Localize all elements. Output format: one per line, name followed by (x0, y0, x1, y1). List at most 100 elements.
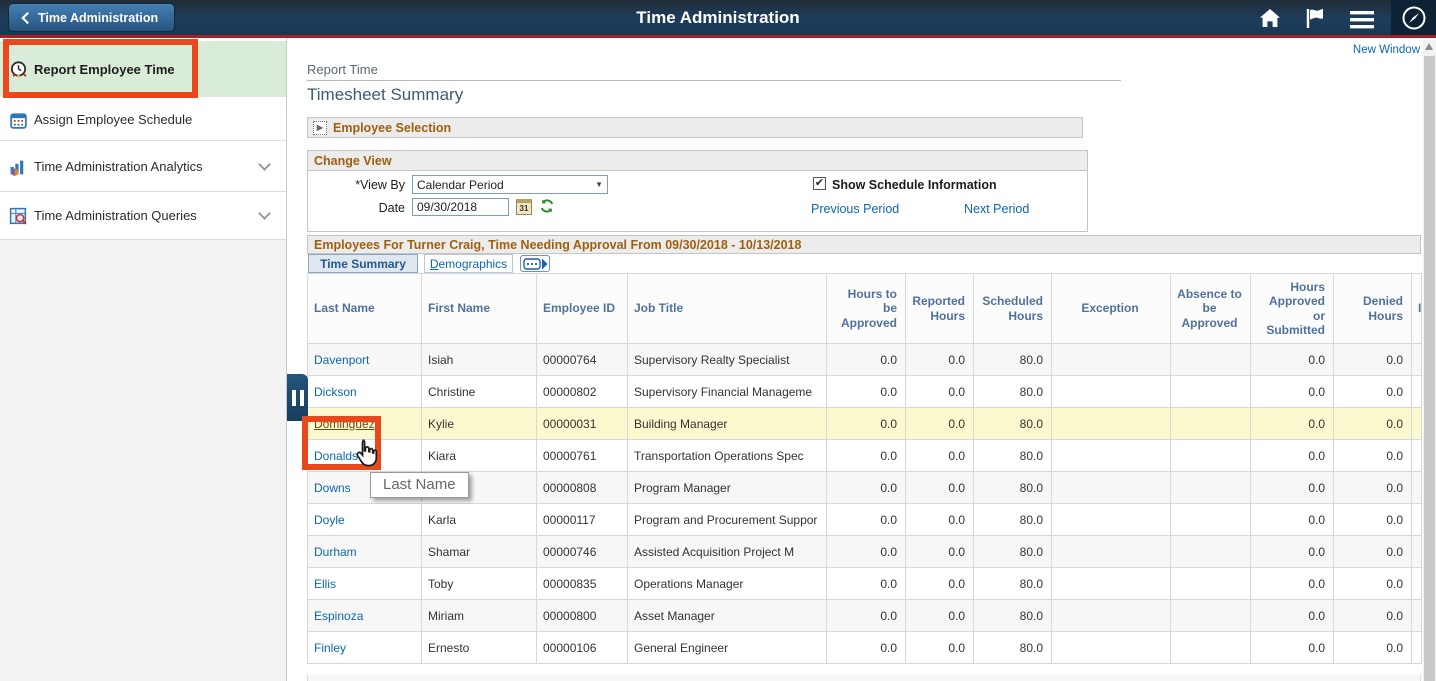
first-name-cell: Ernesto (422, 632, 537, 664)
next-period-link[interactable]: Next Period (964, 202, 1029, 216)
navbar-compass-icon[interactable] (1391, 0, 1436, 35)
view-by-label: *View By (308, 178, 405, 192)
stub-cell (1412, 536, 1422, 568)
stub-cell (1412, 408, 1422, 440)
stub-cell (1412, 632, 1422, 664)
sidebar-item-assign-employee-schedule[interactable]: Assign Employee Schedule (0, 99, 286, 141)
hours-approved-cell: 0.0 (1251, 344, 1334, 376)
job-title-cell: Building Manager (628, 408, 827, 440)
flag-icon[interactable] (1302, 7, 1330, 29)
reported-hours-cell: 0.0 (906, 344, 974, 376)
tab-demographics[interactable]: Demographics (424, 254, 513, 273)
denied-hours-cell: 0.0 (1334, 408, 1412, 440)
first-name-cell: Shamar (422, 536, 537, 568)
job-title-cell: Supervisory Financial Manageme (628, 376, 827, 408)
tab-time-summary[interactable]: Time Summary (308, 254, 418, 273)
hours-approved-cell: 0.0 (1251, 536, 1334, 568)
column-header-partial: I (1412, 274, 1422, 344)
first-name-cell: Kiara (422, 440, 537, 472)
column-header-scheduled-hours[interactable]: Scheduled Hours (974, 274, 1052, 344)
reported-hours-cell: 0.0 (906, 632, 974, 664)
home-icon[interactable] (1256, 7, 1284, 29)
column-header-reported-hours[interactable]: Reported Hours (906, 274, 974, 344)
sidebar-item-time-administration-analytics[interactable]: Time Administration Analytics (0, 142, 286, 192)
denied-hours-cell: 0.0 (1334, 600, 1412, 632)
employee-id-cell: 00000835 (537, 568, 628, 600)
last-name-link[interactable]: Ellis (314, 577, 336, 591)
bar-chart-icon (9, 158, 27, 176)
first-name-cell: Christine (422, 376, 537, 408)
hours-approved-cell: 0.0 (1251, 408, 1334, 440)
hours-to-be-approved-cell: 0.0 (827, 536, 906, 568)
absence-cell (1171, 472, 1251, 504)
menu-icon[interactable] (1348, 9, 1376, 31)
exception-cell (1052, 440, 1171, 472)
hours-to-be-approved-cell: 0.0 (827, 504, 906, 536)
last-name-link[interactable]: Espinoza (314, 609, 363, 623)
employee-id-cell: 00000117 (537, 504, 628, 536)
scrollbar-thumb[interactable] (1424, 56, 1435, 681)
date-label: Date (308, 201, 405, 215)
sidebar: Report Employee Time Assign Employee Sch… (0, 38, 287, 681)
absence-cell (1171, 408, 1251, 440)
denied-hours-cell: 0.0 (1334, 440, 1412, 472)
column-header-hours-to-be-approved[interactable]: Hours to be Approved (827, 274, 906, 344)
column-header-first-name[interactable]: First Name (422, 274, 537, 344)
scheduled-hours-cell: 80.0 (974, 344, 1052, 376)
absence-cell (1171, 344, 1251, 376)
job-title-cell: Asset Manager (628, 600, 827, 632)
sidebar-item-report-employee-time[interactable]: Report Employee Time (0, 41, 286, 97)
column-header-exception[interactable]: Exception (1052, 274, 1171, 344)
table-row: Ellis Toby 00000835 Operations Manager 0… (308, 568, 1422, 600)
exception-cell (1052, 600, 1171, 632)
first-name-cell: Toby (422, 568, 537, 600)
expand-arrow-icon[interactable]: ▶ (313, 121, 327, 135)
job-title-cell: Supervisory Realty Specialist (628, 344, 827, 376)
hours-to-be-approved-cell: 0.0 (827, 344, 906, 376)
column-header-hours-approved-or-submitted[interactable]: Hours Approved or Submitted (1251, 274, 1334, 344)
last-name-link[interactable]: Dominguez (314, 417, 375, 431)
top-header-bar: Time Administration Time Administration (0, 0, 1436, 38)
refresh-icon[interactable] (539, 198, 555, 214)
job-title-cell: Program Manager (628, 472, 827, 504)
page-title: Timesheet Summary (307, 85, 463, 105)
column-header-last-name[interactable]: Last Name (308, 274, 422, 344)
view-by-select[interactable]: Calendar Period ▼ (412, 175, 608, 194)
vertical-scrollbar (1423, 40, 1436, 681)
reported-hours-cell: 0.0 (906, 536, 974, 568)
show-all-columns-icon[interactable] (520, 255, 550, 272)
exception-cell (1052, 568, 1171, 600)
employee-grid: Last Name First Name Employee ID Job Tit… (307, 273, 1422, 664)
hours-to-be-approved-cell: 0.0 (827, 568, 906, 600)
last-name-link[interactable]: Davenport (314, 353, 369, 367)
last-name-link[interactable]: Downs (314, 481, 351, 495)
table-row: Downs Caylee 00000808 Program Manager 0.… (308, 472, 1422, 504)
last-name-link[interactable]: Doyle (314, 513, 345, 527)
last-name-link[interactable]: Dickson (314, 385, 357, 399)
last-name-link[interactable]: Durham (314, 545, 357, 559)
hours-approved-cell: 0.0 (1251, 632, 1334, 664)
hours-to-be-approved-cell: 0.0 (827, 440, 906, 472)
exception-cell (1052, 504, 1171, 536)
previous-period-link[interactable]: Previous Period (811, 202, 899, 216)
calendar-picker-icon[interactable]: 31 (516, 199, 532, 215)
absence-cell (1171, 568, 1251, 600)
new-window-link[interactable]: New Window (1353, 44, 1420, 56)
side-drawer-handle[interactable] (287, 374, 308, 421)
sidebar-item-time-administration-queries[interactable]: Time Administration Queries (0, 192, 286, 240)
column-header-job-title[interactable]: Job Title (628, 274, 827, 344)
job-title-cell: General Engineer (628, 632, 827, 664)
chevron-down-icon (258, 207, 271, 220)
reported-hours-cell: 0.0 (906, 408, 974, 440)
show-schedule-checkbox[interactable] (813, 177, 826, 190)
date-input[interactable]: 09/30/2018 (412, 198, 509, 216)
column-header-denied-hours[interactable]: Denied Hours (1334, 274, 1412, 344)
scroll-up-arrow-icon[interactable] (1425, 43, 1433, 50)
absence-cell (1171, 632, 1251, 664)
employee-id-cell: 00000764 (537, 344, 628, 376)
column-header-absence-to-be-approved[interactable]: Absence to be Approved (1171, 274, 1251, 344)
page-header-title: Time Administration (0, 0, 1436, 35)
tab-label: Time Summary (320, 257, 406, 271)
last-name-link[interactable]: Finley (314, 641, 346, 655)
column-header-employee-id[interactable]: Employee ID (537, 274, 628, 344)
